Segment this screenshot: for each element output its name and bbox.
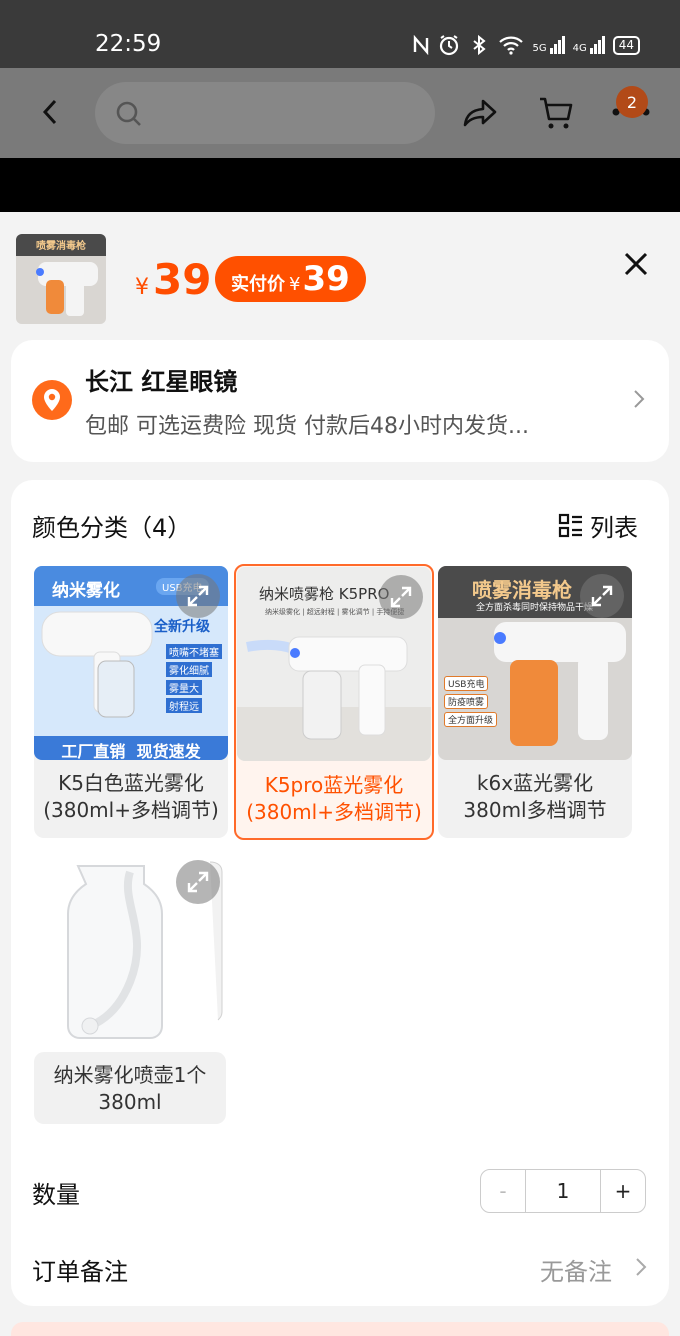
sku-option-label: K5pro蓝光雾化 (380ml+多档调节) [246,773,422,824]
option-image-title: 纳米喷雾枪 K5PRO [259,585,390,603]
expand-icon [187,585,209,607]
quantity-value[interactable]: 1 [525,1170,601,1212]
sku-option-label: 纳米雾化喷壶1个 380ml [53,1063,207,1114]
status-icons: 5G 4G 44 [412,34,640,56]
search-input[interactable] [95,82,435,144]
price-currency: ¥ [135,275,149,300]
expand-icon [187,871,209,893]
back-arrow-icon [42,99,57,125]
address-card[interactable] [11,340,669,462]
quantity-label: 数量 [32,1181,80,1209]
sku-option-image [34,852,228,1046]
bluetooth-icon [473,34,487,56]
share-button[interactable] [462,95,498,131]
location-pin-icon [32,380,72,420]
list-view-label: 列表 [590,514,638,542]
option-image-bullet: 雾量大 [166,680,202,695]
price: ¥ 39 [135,255,211,304]
battery-level: 44 [618,37,634,52]
product-thumbnail[interactable]: 喷雾消毒枪 [16,234,106,324]
option-image-title: 纳米雾化 [52,581,120,601]
real-price-label: 实付价 [231,274,285,295]
option-image-bullet: 射程远 [166,698,202,713]
thumbnail-caption: 喷雾消毒枪 [36,241,86,252]
order-note-label: 订单备注 [32,1258,128,1286]
sku-option-image: 纳米雾化 USB充电 全新升级 喷嘴不堵塞 雾化细腻 雾量大 射程远 工厂直销 … [34,566,228,760]
option-image-tag: USB充电 [444,676,489,691]
signal-4g-label: 4G [572,43,587,54]
list-view-toggle[interactable]: 列表 [558,508,638,543]
address-name: 长江 红星眼镜 [85,368,238,396]
sku-option-spray-bottle[interactable]: 纳米雾化喷壶1个 380ml [34,852,228,1124]
back-button[interactable] [36,96,64,128]
option-image-bullet: 雾化细腻 [166,662,212,677]
real-price-currency: ¥ [289,274,301,295]
alarm-icon [440,35,459,56]
zoom-button[interactable] [176,860,220,904]
real-price-badge: 实付价 ¥ 39 [215,256,366,302]
cart-button[interactable] [536,94,576,132]
close-icon [624,252,648,276]
cart-badge: 2 [616,86,648,118]
option-image-tag: 防疫喷雾 [444,694,489,709]
price-value: 39 [153,255,212,304]
option-image-title: 喷雾消毒枪 [472,578,572,602]
expand-icon [390,586,412,608]
zoom-button[interactable] [379,575,423,619]
status-bar: 22:59 5G 4G 44 [0,0,680,68]
sku-option-k5-white[interactable]: 纳米雾化 USB充电 全新升级 喷嘴不堵塞 雾化细腻 雾量大 射程远 工厂直销 … [34,566,228,838]
quantity-increase-button[interactable]: + [601,1170,645,1212]
bottom-banner [11,1322,669,1336]
shipping-info: 包邮 可选运费险 现货 付款后48小时内发货... [85,414,529,439]
battery-icon: 44 [612,35,640,55]
option-image-footer: 工厂直销 现货速发 [61,742,201,760]
order-note-value[interactable]: 无备注 [540,1252,612,1287]
option-image-bullet: 喷嘴不堵塞 [166,644,222,659]
option-image-tag: 全方面升级 [444,712,498,727]
wifi-icon [499,36,524,55]
option-image-subtitle: 全方面杀毒同时保持物品干燥 [476,603,594,613]
signal-4g-icon: 4G [573,36,605,54]
sku-option-image: 纳米喷雾枪 K5PRO 纳米级雾化 | 超远射程 | 雾化调节 | 手持便捷 [237,567,431,761]
sku-option-label: K5白色蓝光雾化 (380ml+多档调节) [43,771,219,822]
sku-option-k5pro[interactable]: 纳米喷雾枪 K5PRO 纳米级雾化 | 超远射程 | 雾化调节 | 手持便捷 K… [234,564,434,840]
quantity-decrease-button[interactable]: - [481,1170,525,1212]
share-icon [463,99,497,127]
sku-option-label: k6x蓝光雾化 380ml多档调节 [463,771,607,822]
chevron-right-icon [636,1258,647,1276]
real-price-value: 39 [302,259,350,299]
zoom-button[interactable] [580,574,624,618]
zoom-button[interactable] [176,574,220,618]
cart-icon [540,97,573,129]
status-time: 22:59 [95,31,162,57]
search-icon [116,101,141,126]
color-category-title: 颜色分类（4） [32,514,192,542]
sku-option-image: 喷雾消毒枪 全方面杀毒同时保持物品干燥 USB充电 防疫喷雾 全方面升级 [438,566,632,760]
close-button[interactable] [618,246,654,282]
list-icon [558,513,582,537]
overlay-band [0,158,680,212]
nfc-icon [414,35,429,55]
quantity-stepper: - 1 + [480,1169,646,1213]
option-image-subtitle: 全新升级 [154,619,210,635]
chevron-right-icon [634,390,645,408]
expand-icon [591,585,613,607]
signal-5g-icon: 5G [532,36,565,54]
sku-option-k6x[interactable]: 喷雾消毒枪 全方面杀毒同时保持物品干燥 USB充电 防疫喷雾 全方面升级 k6x… [438,566,632,838]
signal-5g-label: 5G [532,43,547,54]
